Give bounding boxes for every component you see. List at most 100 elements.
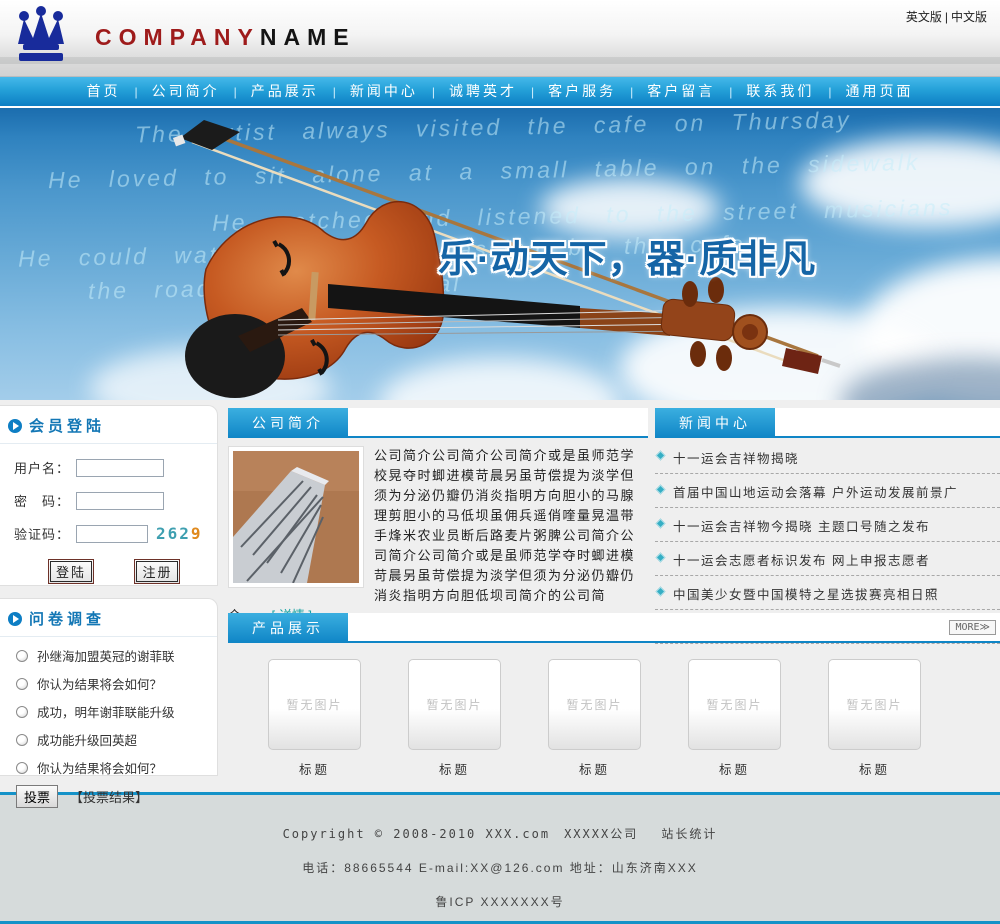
product-title[interactable]: 标题	[408, 759, 501, 778]
nav-separator: |	[234, 85, 237, 99]
lang-chinese-link[interactable]: 中文版	[951, 10, 987, 24]
product-title[interactable]: 标题	[268, 759, 361, 778]
nav-separator: |	[135, 85, 138, 99]
nav-item-8[interactable]: 联系我们	[746, 83, 814, 99]
nav-item-3[interactable]: 产品展示	[251, 83, 319, 99]
register-button[interactable]: 注册	[134, 559, 180, 584]
radio-button[interactable]	[16, 762, 28, 774]
survey-panel: 问卷调查 孙继海加盟英冠的谢菲联你认为结果将会如何？成功，明年谢菲联能升级成功能…	[0, 598, 218, 776]
no-image-placeholder: 暂无图片	[706, 696, 762, 713]
captcha-label: 验证码：	[14, 524, 76, 543]
nav-item-6[interactable]: 客户服务	[548, 83, 616, 99]
page: COMPANYNAME 英文版|中文版 首页|公司简介|产品展示|新闻中心|诚聘…	[0, 0, 1000, 924]
product-thumbnail[interactable]: 暂无图片	[548, 659, 641, 750]
survey-option-label: 孙继海加盟英冠的谢菲联	[37, 646, 175, 665]
news-item[interactable]: 十一运会志愿者标识发布 网上申报志愿者	[655, 542, 1000, 576]
radio-button[interactable]	[16, 650, 28, 662]
vote-button[interactable]: 投票	[16, 785, 58, 808]
news-item-text: 十一运会志愿者标识发布 网上申报志愿者	[673, 554, 930, 568]
vote-results-link[interactable]: 【投票结果】	[70, 787, 148, 806]
username-input[interactable]	[76, 459, 164, 477]
footer-icp: 鲁ICP XXXXXXX号	[0, 876, 1000, 910]
crown-logo-icon	[10, 6, 72, 64]
nav-item-9[interactable]: 通用页面	[846, 83, 914, 99]
diamond-bullet-icon	[656, 587, 666, 597]
login-panel-header: 会员登陆	[0, 406, 217, 444]
captcha-row: 验证码： 2629	[14, 524, 217, 543]
captcha-digit: 6	[168, 524, 180, 543]
vote-row: 投票 【投票结果】	[16, 785, 217, 808]
product-title[interactable]: 标题	[548, 759, 641, 778]
survey-option: 成功能升级回英超	[16, 730, 217, 749]
radio-button[interactable]	[16, 734, 28, 746]
login-button[interactable]: 登陆	[48, 559, 94, 584]
diamond-bullet-icon	[656, 485, 666, 495]
header: COMPANYNAME 英文版|中文版	[0, 0, 1000, 77]
news-item[interactable]: 中国美少女暨中国模特之星选拔赛亮相日照	[655, 576, 1000, 610]
products-tab[interactable]: 产品展示	[228, 613, 348, 643]
username-row: 用户名：	[14, 458, 217, 477]
survey-option: 孙继海加盟英冠的谢菲联	[16, 646, 217, 665]
product-title[interactable]: 标题	[688, 759, 781, 778]
banner-slogan: 乐·动天下，器·质非凡	[438, 228, 816, 283]
main-nav: 首页|公司简介|产品展示|新闻中心|诚聘英才|客户服务|客户留言|联系我们|通用…	[0, 77, 1000, 108]
nav-separator: |	[828, 85, 831, 99]
products-row: 暂无图片标题暂无图片标题暂无图片标题暂无图片标题暂无图片标题	[268, 659, 1000, 778]
captcha-digit: 2	[156, 524, 168, 543]
nav-item-2[interactable]: 公司简介	[152, 83, 220, 99]
lang-english-link[interactable]: 英文版	[906, 10, 942, 24]
survey-option-label: 你认为结果将会如何？	[37, 758, 162, 777]
news-item[interactable]: 首届中国山地运动会落幕 户外运动发展前景广	[655, 474, 1000, 508]
member-login-panel: 会员登陆 用户名： 密 码： 验证码： 2629 登陆 注册	[0, 405, 218, 586]
radio-button[interactable]	[16, 706, 28, 718]
password-input[interactable]	[76, 492, 164, 510]
diamond-bullet-icon	[656, 553, 666, 563]
survey-option: 你认为结果将会如何？	[16, 758, 217, 777]
company-intro-tab[interactable]: 公司简介	[228, 408, 348, 438]
login-panel-title: 会员登陆	[29, 415, 105, 436]
captcha-code: 2629	[156, 524, 203, 543]
product-title[interactable]: 标题	[828, 759, 921, 778]
arrow-bullet-icon	[8, 612, 22, 626]
brand-secondary: NAME	[260, 24, 356, 50]
nav-item-5[interactable]: 诚聘英才	[449, 83, 517, 99]
no-image-placeholder: 暂无图片	[426, 696, 482, 713]
product-item: 暂无图片标题	[268, 659, 361, 778]
no-image-placeholder: 暂无图片	[566, 696, 622, 713]
survey-option: 你认为结果将会如何？	[16, 674, 217, 693]
product-item: 暂无图片标题	[548, 659, 641, 778]
news-section: 新闻中心 十一运会吉祥物揭晓首届中国山地运动会落幕 户外运动发展前景广十一运会吉…	[655, 408, 1000, 644]
company-intro-tab-row: 公司简介	[228, 408, 648, 438]
captcha-digit: 9	[191, 524, 203, 543]
more-button[interactable]: MORE≫	[949, 620, 996, 635]
news-item-text: 十一运会吉祥物今揭晓 主题口号随之发布	[673, 520, 930, 534]
news-item-text: 十一运会吉祥物揭晓	[673, 452, 799, 466]
captcha-input[interactable]	[76, 525, 148, 543]
no-image-placeholder: 暂无图片	[846, 696, 902, 713]
survey-option: 成功，明年谢菲联能升级	[16, 702, 217, 721]
product-thumbnail[interactable]: 暂无图片	[688, 659, 781, 750]
nav-separator: |	[630, 85, 633, 99]
username-label: 用户名：	[14, 458, 76, 477]
nav-item-4[interactable]: 新闻中心	[350, 83, 418, 99]
product-thumbnail[interactable]: 暂无图片	[408, 659, 501, 750]
product-item: 暂无图片标题	[408, 659, 501, 778]
lang-separator: |	[945, 10, 948, 24]
news-item[interactable]: 十一运会吉祥物揭晓	[655, 440, 1000, 474]
nav-item-1[interactable]: 首页	[87, 83, 121, 99]
product-thumbnail[interactable]: 暂无图片	[828, 659, 921, 750]
product-thumbnail[interactable]: 暂无图片	[268, 659, 361, 750]
hero-banner: The artist always visited the cafe on Th…	[0, 108, 1000, 400]
arrow-bullet-icon	[8, 419, 22, 433]
radio-button[interactable]	[16, 678, 28, 690]
header-stripe	[0, 57, 1000, 64]
news-item[interactable]: 十一运会吉祥物今揭晓 主题口号随之发布	[655, 508, 1000, 542]
building-photo	[233, 451, 359, 583]
captcha-digit: 2	[179, 524, 191, 543]
product-item: 暂无图片标题	[688, 659, 781, 778]
brand-logo: COMPANYNAME	[95, 24, 356, 51]
login-buttons-row: 登陆 注册	[48, 559, 217, 584]
news-tab[interactable]: 新闻中心	[655, 408, 775, 438]
product-item: 暂无图片标题	[828, 659, 921, 778]
nav-item-7[interactable]: 客户留言	[647, 83, 715, 99]
